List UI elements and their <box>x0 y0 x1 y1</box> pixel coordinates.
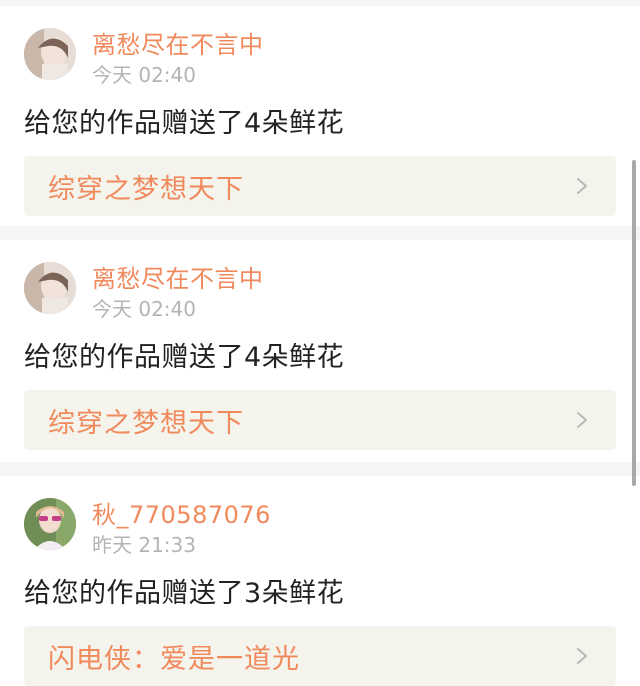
work-title: 闪电侠：爱是一道光 <box>48 643 300 675</box>
timestamp: 今天 02:40 <box>92 63 196 87</box>
gift-message: 给您的作品赠送了4朵鲜花 <box>24 108 345 139</box>
work-link[interactable]: 闪电侠：爱是一道光 <box>24 626 616 686</box>
avatar[interactable] <box>24 28 76 80</box>
timestamp: 今天 02:40 <box>92 297 196 321</box>
user-avatar-icon <box>24 28 76 80</box>
gift-notification-list[interactable]: 离愁尽在不言中 今天 02:40 给您的作品赠送了4朵鲜花 综穿之梦想天下 离愁… <box>0 6 640 686</box>
timestamp: 昨天 21:33 <box>92 533 196 557</box>
gift-message: 给您的作品赠送了3朵鲜花 <box>24 578 345 609</box>
list-item: 秋_770587076 昨天 21:33 给您的作品赠送了3朵鲜花 闪电侠：爱是… <box>0 476 640 686</box>
user-meta: 离愁尽在不言中 今天 02:40 <box>92 262 264 322</box>
username[interactable]: 离愁尽在不言中 <box>92 30 264 60</box>
work-title: 综穿之梦想天下 <box>48 407 244 439</box>
username[interactable]: 离愁尽在不言中 <box>92 264 264 294</box>
gift-message: 给您的作品赠送了4朵鲜花 <box>24 342 345 373</box>
vertical-scrollbar[interactable] <box>632 160 636 486</box>
user-meta: 秋_770587076 昨天 21:33 <box>92 498 271 558</box>
work-link[interactable]: 综穿之梦想天下 <box>24 390 616 450</box>
chevron-right-icon <box>572 176 592 196</box>
avatar[interactable] <box>24 498 76 550</box>
item-header: 离愁尽在不言中 今天 02:40 <box>24 6 616 88</box>
user-meta: 离愁尽在不言中 今天 02:40 <box>92 28 264 88</box>
notification-page: 离愁尽在不言中 今天 02:40 给您的作品赠送了4朵鲜花 综穿之梦想天下 离愁… <box>0 0 640 686</box>
user-avatar-icon <box>24 498 76 550</box>
user-avatar-icon <box>24 262 76 314</box>
work-title: 综穿之梦想天下 <box>48 173 244 205</box>
list-item: 离愁尽在不言中 今天 02:40 给您的作品赠送了4朵鲜花 综穿之梦想天下 <box>0 240 640 462</box>
chevron-right-icon <box>572 646 592 666</box>
list-item: 离愁尽在不言中 今天 02:40 给您的作品赠送了4朵鲜花 综穿之梦想天下 <box>0 6 640 226</box>
avatar[interactable] <box>24 262 76 314</box>
item-header: 秋_770587076 昨天 21:33 <box>24 476 616 558</box>
chevron-right-icon <box>572 410 592 430</box>
item-header: 离愁尽在不言中 今天 02:40 <box>24 240 616 322</box>
username[interactable]: 秋_770587076 <box>92 500 271 530</box>
work-link[interactable]: 综穿之梦想天下 <box>24 156 616 216</box>
